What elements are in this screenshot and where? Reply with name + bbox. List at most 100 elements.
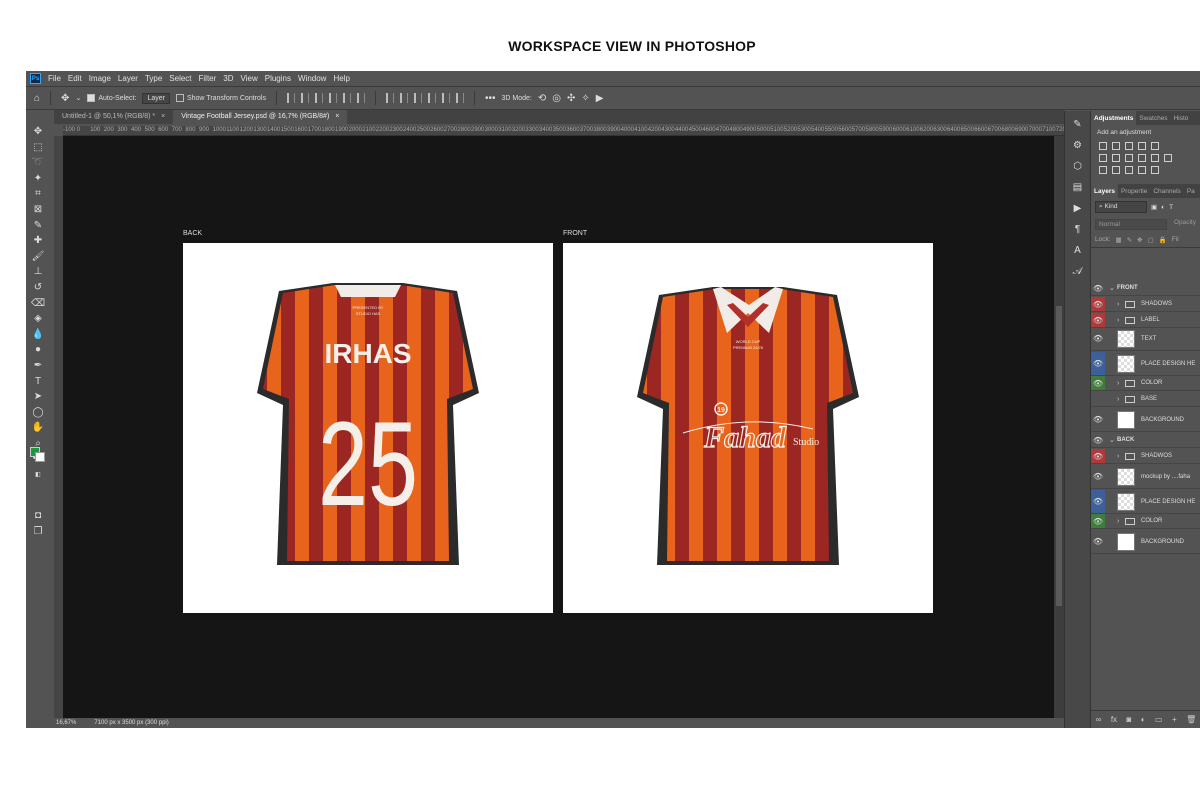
magic-wand-tool-icon[interactable]: ✦ — [30, 173, 46, 185]
visibility-eye-icon[interactable]: 👁 — [1091, 281, 1105, 295]
paragraph-icon[interactable]: ¶ — [1075, 224, 1080, 235]
3d-panel-icon[interactable]: ⬡ — [1073, 161, 1082, 172]
layer-row[interactable]: 👁 BACKGROUND — [1091, 530, 1200, 554]
posterize-icon[interactable] — [1112, 166, 1120, 174]
levels-icon[interactable] — [1112, 142, 1120, 150]
blur-tool-icon[interactable]: 💧 — [30, 329, 46, 341]
layer-row[interactable]: 👁 ⌄ BACK — [1091, 433, 1200, 448]
slide-3d-icon[interactable]: ✧ — [581, 93, 589, 104]
dodge-tool-icon[interactable]: ● — [30, 344, 46, 356]
document-size[interactable]: 7100 px x 3500 px (300 ppi) — [94, 720, 168, 726]
visibility-eye-icon[interactable]: 👁 — [1091, 297, 1105, 311]
lasso-tool-icon[interactable]: ➰ — [30, 157, 46, 169]
menu-file[interactable]: File — [48, 74, 61, 83]
chevron-down-icon[interactable]: ⌄ — [1109, 284, 1117, 292]
properties-icon[interactable]: ⚙ — [1073, 140, 1082, 151]
delete-layer-icon[interactable]: 🗑 — [1186, 715, 1196, 724]
menu-plugins[interactable]: Plugins — [265, 74, 291, 83]
new-layer-icon[interactable]: + — [1172, 715, 1177, 724]
channel-mixer-icon[interactable] — [1151, 154, 1159, 162]
lock-position-icon[interactable]: ✥ — [1137, 236, 1142, 244]
layer-row[interactable]: 👁 TEXT — [1091, 327, 1200, 351]
chevron-right-icon[interactable]: › — [1117, 518, 1125, 525]
pan-3d-icon[interactable]: ✣ — [567, 93, 575, 104]
brush-settings-icon[interactable]: ✎ — [1073, 119, 1081, 130]
visibility-eye-icon[interactable]: 👁 — [1091, 433, 1105, 447]
libraries-icon[interactable]: ▤ — [1073, 182, 1082, 193]
chevron-down-icon[interactable]: ⌄ — [1109, 436, 1117, 444]
layer-row[interactable]: 👁 mockup by ....faha — [1091, 465, 1200, 489]
link-layers-icon[interactable]: ∞ — [1096, 715, 1102, 724]
artboard-label-front[interactable]: FRONT — [563, 230, 587, 237]
black-white-icon[interactable] — [1125, 154, 1133, 162]
glyphs-icon[interactable]: 𝒜 — [1073, 266, 1082, 277]
background-color-swatch[interactable] — [35, 452, 45, 462]
brightness-icon[interactable] — [1099, 142, 1107, 150]
tab-channels[interactable]: Channels — [1150, 184, 1183, 198]
filter-adjustment-icon[interactable]: ◐ — [1161, 204, 1165, 211]
move-tool-icon[interactable]: ✥ — [30, 126, 46, 138]
scroll-thumb[interactable] — [1056, 306, 1062, 606]
vibrance-icon[interactable] — [1151, 142, 1159, 150]
artboard-back[interactable]: PRESENTED BY STUDIO HAS IRHAS 25 — [183, 243, 553, 613]
lock-paint-icon[interactable]: ✎ — [1127, 236, 1132, 244]
chevron-down-icon[interactable]: ⌄ — [75, 94, 81, 102]
tab-untitled-1[interactable]: Untitled-1 @ 50,1% (RGB/8) * × — [54, 110, 173, 124]
adjustment-layer-icon[interactable]: ◐ — [1141, 715, 1146, 724]
layer-row[interactable]: 👁 › COLOR — [1091, 514, 1200, 529]
show-transform-checkbox[interactable]: Show Transform Controls — [175, 94, 266, 102]
menu-layer[interactable]: Layer — [118, 74, 138, 83]
layer-style-icon[interactable]: fx — [1111, 715, 1117, 724]
chevron-right-icon[interactable]: › — [1117, 396, 1125, 403]
visibility-eye-icon[interactable]: 👁 — [1091, 408, 1105, 431]
chevron-right-icon[interactable]: › — [1117, 453, 1125, 460]
align-bottom-icon[interactable] — [356, 93, 365, 103]
layer-row[interactable]: 👁 › LABEL — [1091, 313, 1200, 328]
auto-select-checkbox[interactable]: Auto-Select: — [87, 94, 136, 102]
visibility-eye-icon[interactable]: 👁 — [1091, 376, 1105, 390]
layer-row[interactable]: 👁 ⌄ FRONT — [1091, 281, 1200, 296]
distribute-right-icon[interactable] — [455, 93, 464, 103]
layer-row[interactable]: 👁 BACKGROUND — [1091, 408, 1200, 432]
visibility-eye-icon[interactable]: 👁 — [1091, 490, 1105, 513]
visibility-eye-icon[interactable]: 👁 — [1091, 449, 1105, 463]
chevron-right-icon[interactable]: › — [1117, 317, 1125, 324]
layer-row[interactable]: 👁 › BASE — [1091, 392, 1200, 407]
tab-layers[interactable]: Layers — [1091, 184, 1118, 198]
exposure-icon[interactable] — [1138, 142, 1146, 150]
menu-view[interactable]: View — [241, 74, 258, 83]
tab-adjustments[interactable]: Adjustments — [1091, 111, 1137, 125]
menu-edit[interactable]: Edit — [68, 74, 82, 83]
curves-icon[interactable] — [1125, 142, 1133, 150]
eraser-tool-icon[interactable]: ⌫ — [30, 298, 46, 310]
close-icon[interactable]: × — [161, 113, 165, 121]
actions-icon[interactable]: ▶ — [1074, 203, 1082, 214]
layer-row[interactable]: 👁 PLACE DESIGN HE — [1091, 490, 1200, 514]
distribute-middle-icon[interactable] — [399, 93, 408, 103]
menu-filter[interactable]: Filter — [199, 74, 217, 83]
distribute-left-icon[interactable] — [427, 93, 436, 103]
filter-type-icon[interactable]: T — [1169, 204, 1173, 211]
kind-filter-dropdown[interactable]: ⌕ Kind — [1095, 201, 1147, 213]
move-tool-icon[interactable]: ✥ — [61, 93, 69, 104]
threshold-icon[interactable] — [1125, 166, 1133, 174]
filter-pixel-icon[interactable]: ▣ — [1151, 203, 1157, 211]
clone-stamp-tool-icon[interactable]: ⊥ — [30, 266, 46, 278]
distribute-bottom-icon[interactable] — [413, 93, 422, 103]
history-brush-tool-icon[interactable]: ↺ — [30, 282, 46, 294]
tab-swatches[interactable]: Swatches — [1136, 111, 1170, 125]
lock-all-icon[interactable]: 🔒 — [1159, 236, 1167, 244]
ellipse-tool-icon[interactable]: ◯ — [30, 407, 46, 419]
menu-window[interactable]: Window — [298, 74, 326, 83]
align-center-icon[interactable] — [300, 93, 309, 103]
visibility-eye-icon[interactable]: 👁 — [1091, 313, 1105, 327]
frame-tool-icon[interactable]: ⊠ — [30, 204, 46, 216]
zoom-level[interactable]: 16,67% — [56, 720, 76, 726]
chevron-right-icon[interactable]: › — [1117, 301, 1125, 308]
type-tool-icon[interactable]: T — [30, 376, 46, 388]
tab-paths[interactable]: Pa — [1184, 184, 1198, 198]
color-lookup-icon[interactable] — [1164, 154, 1172, 162]
more-options-icon[interactable]: ••• — [485, 93, 496, 104]
artboard-front[interactable]: WORLD CUP PREMIUM 24/25 19 Fahad Studio — [563, 243, 933, 613]
invert-icon[interactable] — [1099, 166, 1107, 174]
